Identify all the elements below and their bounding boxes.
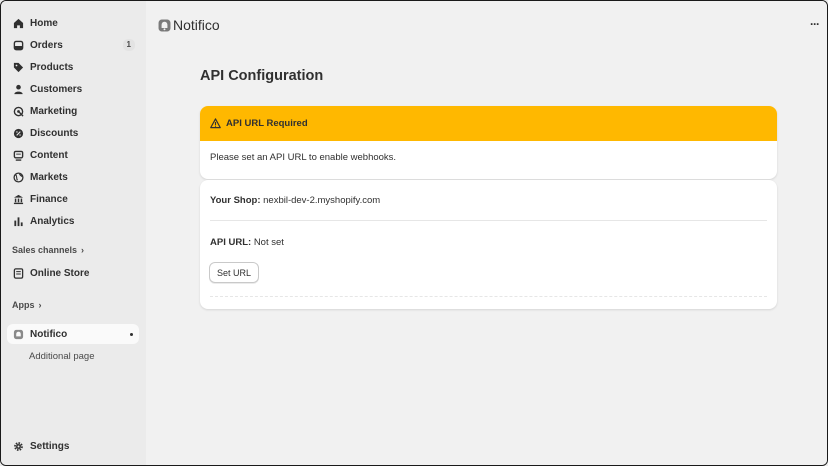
apps-header[interactable]: Apps ›	[12, 300, 42, 310]
sidebar-item-label: Analytics	[30, 215, 75, 227]
api-url-label: API URL:	[210, 237, 252, 248]
sidebar-item-orders[interactable]: Orders 1	[7, 35, 139, 55]
bar-chart-icon	[13, 216, 24, 227]
shop-row: Your Shop: nexbil-dev-2.myshopify.com	[210, 195, 380, 206]
divider	[210, 296, 767, 297]
bank-icon	[13, 194, 24, 205]
sidebar-item-content[interactable]: Content	[7, 145, 139, 165]
sidebar-item-label: Discounts	[30, 127, 79, 139]
sidebar-item-analytics[interactable]: Analytics	[7, 211, 139, 231]
sidebar-item-home[interactable]: Home	[7, 13, 139, 33]
sidebar-item-products[interactable]: Products	[7, 57, 139, 77]
warning-banner: API URL Required Please set an API URL t…	[200, 106, 777, 179]
orders-count-badge: 1	[122, 39, 135, 51]
sidebar: Home Orders 1 Products Customers Marketi…	[1, 1, 146, 465]
target-icon	[13, 106, 24, 117]
main-content: Notifico ··· API Configuration API URL R…	[146, 1, 827, 465]
gear-icon	[13, 441, 24, 452]
globe-icon	[13, 171, 24, 183]
warning-icon	[210, 118, 221, 129]
sidebar-item-settings[interactable]: Settings	[7, 436, 139, 456]
sidebar-item-discounts[interactable]: Discounts	[7, 123, 139, 143]
config-card: Your Shop: nexbil-dev-2.myshopify.com AP…	[200, 180, 777, 309]
sidebar-item-label: Products	[30, 61, 74, 73]
notifico-logo-icon	[158, 19, 171, 32]
sidebar-item-label: Markets	[30, 171, 68, 183]
home-icon	[13, 18, 24, 29]
store-icon	[13, 267, 24, 279]
banner-title: API URL Required	[226, 118, 308, 129]
person-icon	[13, 84, 24, 95]
sidebar-item-markets[interactable]: Markets	[7, 167, 139, 187]
api-url-value: Not set	[253, 237, 284, 248]
sidebar-item-online-store[interactable]: Online Store	[7, 263, 139, 283]
apps-label: Apps	[12, 300, 35, 310]
sidebar-item-label: Notifico	[30, 328, 68, 340]
content-icon	[13, 150, 24, 161]
api-url-row: API URL: Not set	[210, 237, 284, 248]
app-title: Notifico	[173, 17, 220, 33]
more-actions-button[interactable]: ···	[810, 17, 820, 31]
sales-channels-label: Sales channels	[12, 245, 78, 255]
page-title: API Configuration	[200, 68, 324, 84]
sidebar-item-label: Online Store	[30, 267, 90, 279]
divider	[210, 220, 767, 221]
banner-header: API URL Required	[200, 106, 777, 141]
sidebar-item-label: Orders	[30, 39, 63, 51]
sidebar-item-label: Settings	[30, 440, 70, 452]
set-url-button[interactable]: Set URL	[209, 262, 260, 283]
orders-icon	[13, 40, 24, 51]
sidebar-item-label: Home	[30, 17, 58, 29]
app-header: Notifico ···	[146, 1, 827, 49]
notifico-app-icon	[13, 329, 24, 340]
sidebar-item-label: Marketing	[30, 105, 78, 117]
shop-value: nexbil-dev-2.myshopify.com	[263, 195, 381, 206]
sidebar-item-label: Customers	[30, 83, 83, 95]
sidebar-subitem-additional-page[interactable]: Additional page	[29, 351, 95, 362]
sales-channels-header[interactable]: Sales channels ›	[12, 245, 84, 255]
chevron-right-icon: ›	[81, 245, 85, 255]
pin-dot-icon[interactable]	[130, 333, 133, 336]
tag-icon	[13, 62, 24, 73]
sidebar-item-label: Finance	[30, 193, 68, 205]
sidebar-item-finance[interactable]: Finance	[7, 189, 139, 209]
sidebar-item-label: Content	[30, 149, 68, 161]
sidebar-item-marketing[interactable]: Marketing	[7, 101, 139, 121]
app-window: Home Orders 1 Products Customers Marketi…	[0, 0, 828, 466]
chevron-right-icon: ›	[38, 300, 42, 310]
shop-label: Your Shop:	[210, 195, 261, 206]
banner-message: Please set an API URL to enable webhooks…	[210, 152, 397, 163]
discount-icon	[13, 128, 24, 139]
sidebar-item-notifico[interactable]: Notifico	[7, 324, 139, 344]
sidebar-item-customers[interactable]: Customers	[7, 79, 139, 99]
